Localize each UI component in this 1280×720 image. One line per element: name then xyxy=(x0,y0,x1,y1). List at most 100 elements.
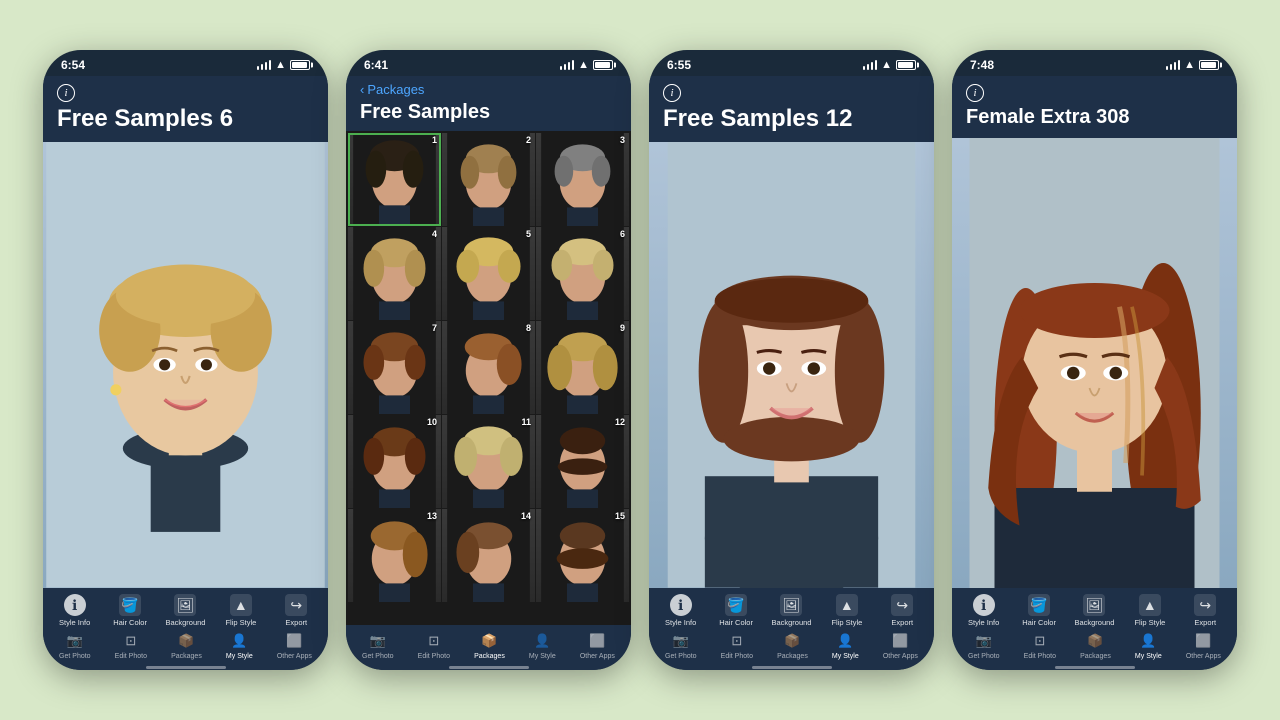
grid-item-10[interactable]: 10 xyxy=(348,415,441,508)
grid-item-6[interactable]: 6 xyxy=(536,227,629,320)
page-title-1: Free Samples 6 xyxy=(57,106,314,132)
grid-item-11[interactable]: 11 xyxy=(442,415,535,508)
tab-edit-photo-3[interactable]: ⊡ Edit Photo xyxy=(721,631,753,660)
tab-my-style-4[interactable]: 👤 My Style xyxy=(1135,631,1162,660)
background-btn-4[interactable]: 🖼 Background xyxy=(1072,594,1116,627)
status-bar-4: 7:48 ▲ xyxy=(952,50,1237,76)
page-title-2: Free Samples xyxy=(360,101,617,123)
battery-icon-1 xyxy=(290,60,310,70)
toolbar-1: ℹ Style Info 🪣 Hair Color 🖼 Background ▲… xyxy=(43,588,328,666)
style-info-btn-1[interactable]: ℹ Style Info xyxy=(53,594,97,627)
tab-my-style-3[interactable]: 👤 My Style xyxy=(832,631,859,660)
phone-2: 6:41 ▲ ‹ Packages Free Samples xyxy=(346,50,631,670)
phones-container: 6:54 ▲ i Free Samples 6 xyxy=(23,30,1257,690)
grid-item-7[interactable]: 7 xyxy=(348,321,441,414)
tab-get-photo-1[interactable]: 📷 Get Photo xyxy=(59,631,91,660)
tab-edit-photo-4[interactable]: ⊡ Edit Photo xyxy=(1024,631,1056,660)
tab-packages-2[interactable]: 📦 Packages xyxy=(474,631,505,660)
time-4: 7:48 xyxy=(970,58,994,72)
style-info-btn-4[interactable]: ℹ Style Info xyxy=(962,594,1006,627)
grid-item-5[interactable]: 5 xyxy=(442,227,535,320)
portrait-view-3 xyxy=(649,142,934,588)
page-title-4: Female Extra 308 xyxy=(966,106,1223,128)
tab-other-apps-4[interactable]: ⬜ Other Apps xyxy=(1186,631,1221,660)
grid-item-9[interactable]: 9 xyxy=(536,321,629,414)
app-header-4: i Female Extra 308 xyxy=(952,76,1237,138)
home-indicator-3 xyxy=(649,666,934,670)
grid-item-2[interactable]: 2 xyxy=(442,133,535,226)
wifi-icon-3: ▲ xyxy=(881,59,892,71)
packages-header-2: ‹ Packages Free Samples xyxy=(346,76,631,131)
grid-item-1[interactable]: 1 xyxy=(348,133,441,226)
status-icons-3: ▲ xyxy=(863,59,916,71)
tab-get-photo-3[interactable]: 📷 Get Photo xyxy=(665,631,697,660)
status-bar-3: 6:55 ▲ xyxy=(649,50,934,76)
tab-packages-4[interactable]: 📦 Packages xyxy=(1080,631,1111,660)
back-button-2[interactable]: ‹ Packages xyxy=(360,82,617,97)
hair-color-btn-3[interactable]: 🪣 Hair Color xyxy=(714,594,758,627)
status-icons-2: ▲ xyxy=(560,59,613,71)
grid-item-14[interactable]: 14 xyxy=(442,509,535,602)
export-btn-4[interactable]: ↪ Export xyxy=(1183,594,1227,627)
signal-icon-1 xyxy=(257,60,271,70)
home-indicator-2 xyxy=(346,666,631,670)
hair-grid-container-2: 1 2 xyxy=(346,131,631,625)
grid-item-12[interactable]: 12 xyxy=(536,415,629,508)
tab-get-photo-2[interactable]: 📷 Get Photo xyxy=(362,631,394,660)
page-title-3: Free Samples 12 xyxy=(663,106,920,132)
tab-my-style-1[interactable]: 👤 My Style xyxy=(226,631,253,660)
tab-edit-photo-2[interactable]: ⊡ Edit Photo xyxy=(418,631,450,660)
background-btn-3[interactable]: 🖼 Background xyxy=(769,594,813,627)
phone-4: 7:48 ▲ i Female Extra 308 xyxy=(952,50,1237,670)
grid-item-13[interactable]: 13 xyxy=(348,509,441,602)
wifi-icon-4: ▲ xyxy=(1184,59,1195,71)
tab-my-style-2[interactable]: 👤 My Style xyxy=(529,631,556,660)
tab-edit-photo-1[interactable]: ⊡ Edit Photo xyxy=(115,631,147,660)
phone-1: 6:54 ▲ i Free Samples 6 xyxy=(43,50,328,670)
tab-other-apps-2[interactable]: ⬜ Other Apps xyxy=(580,631,615,660)
tab-packages-3[interactable]: 📦 Packages xyxy=(777,631,808,660)
portrait-view-4 xyxy=(952,138,1237,588)
grid-item-15[interactable]: 15 xyxy=(536,509,629,602)
portrait-image-3 xyxy=(649,142,934,588)
hair-color-btn-4[interactable]: 🪣 Hair Color xyxy=(1017,594,1061,627)
export-btn-1[interactable]: ↪ Export xyxy=(274,594,318,627)
tab-get-photo-4[interactable]: 📷 Get Photo xyxy=(968,631,1000,660)
toolbar-4: ℹ Style Info 🪣 Hair Color 🖼 Background ▲… xyxy=(952,588,1237,666)
background-btn-1[interactable]: 🖼 Background xyxy=(163,594,207,627)
wifi-icon-2: ▲ xyxy=(578,59,589,71)
tab-packages-1[interactable]: 📦 Packages xyxy=(171,631,202,660)
wifi-icon-1: ▲ xyxy=(275,59,286,71)
flip-style-btn-3[interactable]: ▲ Flip Style xyxy=(825,594,869,627)
tab-other-apps-3[interactable]: ⬜ Other Apps xyxy=(883,631,918,660)
flip-style-btn-1[interactable]: ▲ Flip Style xyxy=(219,594,263,627)
export-btn-3[interactable]: ↪ Export xyxy=(880,594,924,627)
grid-item-3[interactable]: 3 xyxy=(536,133,629,226)
phone-3: 6:55 ▲ i Free Samples 12 xyxy=(649,50,934,670)
status-bar-1: 6:54 ▲ xyxy=(43,50,328,76)
flip-style-btn-4[interactable]: ▲ Flip Style xyxy=(1128,594,1172,627)
home-indicator-4 xyxy=(952,666,1237,670)
tab-other-apps-1[interactable]: ⬜ Other Apps xyxy=(277,631,312,660)
app-header-1: i Free Samples 6 xyxy=(43,76,328,142)
home-indicator-1 xyxy=(43,666,328,670)
info-icon-4[interactable]: i xyxy=(966,84,984,102)
signal-icon-3 xyxy=(863,60,877,70)
hair-grid-2: 1 2 xyxy=(348,133,629,602)
time-1: 6:54 xyxy=(61,58,85,72)
status-icons-4: ▲ xyxy=(1166,59,1219,71)
grid-item-8[interactable]: 8 xyxy=(442,321,535,414)
grid-item-4[interactable]: 4 xyxy=(348,227,441,320)
style-info-btn-3[interactable]: ℹ Style Info xyxy=(659,594,703,627)
toolbar-2: 📷 Get Photo ⊡ Edit Photo 📦 Packages 👤 My… xyxy=(346,625,631,666)
status-icons-1: ▲ xyxy=(257,59,310,71)
status-bar-2: 6:41 ▲ xyxy=(346,50,631,76)
hair-color-btn-1[interactable]: 🪣 Hair Color xyxy=(108,594,152,627)
signal-icon-2 xyxy=(560,60,574,70)
toolbar-3: ℹ Style Info 🪣 Hair Color 🖼 Background ▲… xyxy=(649,588,934,666)
info-icon-3[interactable]: i xyxy=(663,84,681,102)
portrait-view-1 xyxy=(43,142,328,588)
time-3: 6:55 xyxy=(667,58,691,72)
info-icon-1[interactable]: i xyxy=(57,84,75,102)
battery-icon-2 xyxy=(593,60,613,70)
